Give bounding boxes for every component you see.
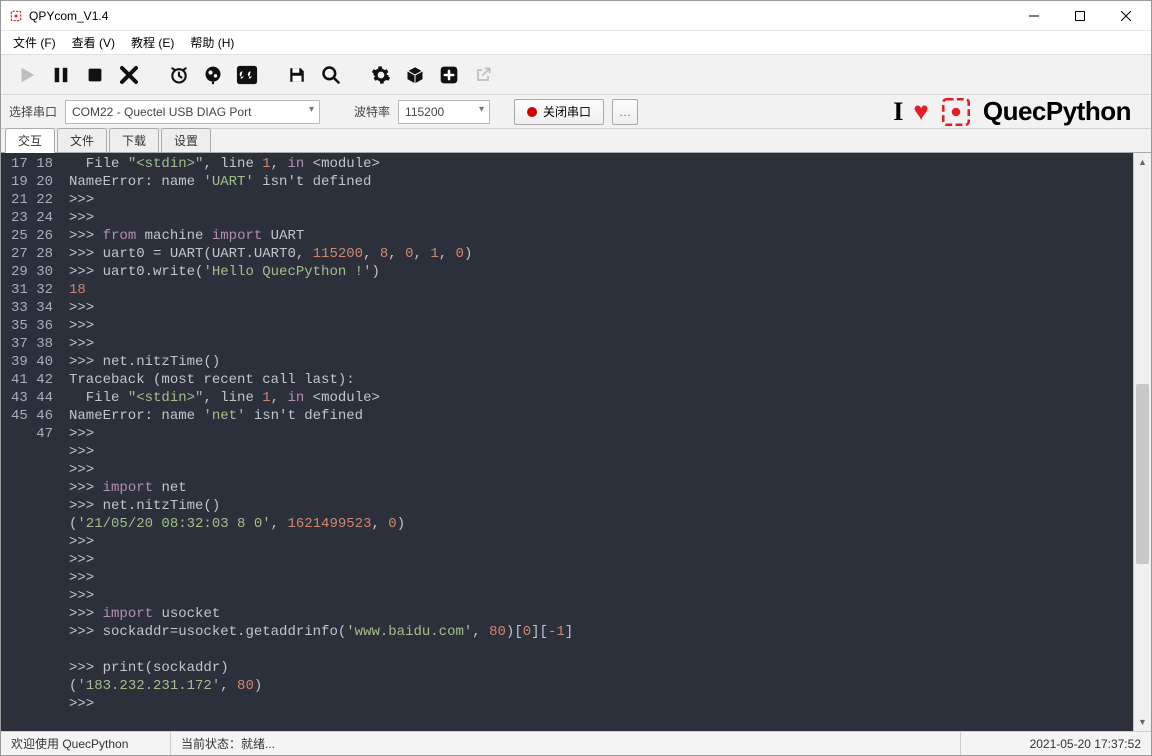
gear-icon[interactable] xyxy=(365,59,397,91)
globe-icon[interactable] xyxy=(197,59,229,91)
cube-icon[interactable] xyxy=(399,59,431,91)
port-label: 选择串口 xyxy=(9,103,57,120)
port-select[interactable]: COM22 - Quectel USB DIAG Port xyxy=(65,100,320,124)
maximize-button[interactable] xyxy=(1057,1,1103,31)
scroll-down-icon[interactable]: ▼ xyxy=(1134,713,1151,731)
brand-name: QuecPython xyxy=(983,96,1131,127)
app-icon xyxy=(9,9,23,23)
brand-logo-icon xyxy=(939,95,973,129)
status-state: 当前状态：就绪... xyxy=(171,732,961,755)
close-port-label: 关闭串口 xyxy=(543,103,591,120)
close-port-button[interactable]: 关闭串口 xyxy=(514,99,604,125)
cancel-icon[interactable] xyxy=(113,59,145,91)
alarm-icon[interactable] xyxy=(163,59,195,91)
search-icon[interactable] xyxy=(315,59,347,91)
menu-tutorial[interactable]: 教程 (E) xyxy=(123,32,182,53)
heart-icon: ♥ xyxy=(913,96,928,127)
close-button[interactable] xyxy=(1103,1,1149,31)
tab-download[interactable]: 下载 xyxy=(109,128,159,153)
save-icon[interactable] xyxy=(281,59,313,91)
tab-row: 交互 文件 下载 设置 xyxy=(1,129,1151,153)
status-datetime: 2021-05-20 17:37:52 xyxy=(961,732,1151,755)
editor: 17 18 19 20 21 22 23 24 25 26 27 28 29 3… xyxy=(1,153,1151,731)
menu-help[interactable]: 帮助 (H) xyxy=(182,32,242,53)
play-icon[interactable] xyxy=(11,59,43,91)
external-link-icon[interactable] xyxy=(467,59,499,91)
stop-icon[interactable] xyxy=(79,59,111,91)
status-welcome: 欢迎使用 QuecPython xyxy=(1,732,171,755)
brand-i: I xyxy=(893,97,903,127)
add-icon[interactable] xyxy=(433,59,465,91)
record-dot-icon xyxy=(527,107,537,117)
menu-bar: 文件 (F) 查看 (V) 教程 (E) 帮助 (H) xyxy=(1,31,1151,55)
status-bar: 欢迎使用 QuecPython 当前状态：就绪... 2021-05-20 17… xyxy=(1,731,1151,755)
toolbar xyxy=(1,55,1151,95)
tab-file[interactable]: 文件 xyxy=(57,128,107,153)
minimize-button[interactable] xyxy=(1011,1,1057,31)
baud-label: 波特率 xyxy=(354,103,390,120)
quote-icon[interactable] xyxy=(231,59,263,91)
scroll-up-icon[interactable]: ▲ xyxy=(1134,153,1151,171)
menu-view[interactable]: 查看 (V) xyxy=(64,32,123,53)
scroll-thumb[interactable] xyxy=(1136,384,1149,564)
title-bar: QPYcom_V1.4 xyxy=(1,1,1151,31)
vertical-scrollbar[interactable]: ▲ ▼ xyxy=(1133,153,1151,731)
brand: I ♥ QuecPython xyxy=(893,95,1143,129)
connection-row: 选择串口 COM22 - Quectel USB DIAG Port 波特率 1… xyxy=(1,95,1151,129)
code-area[interactable]: File "<stdin>", line 1, in <module>NameE… xyxy=(63,153,1133,731)
baud-select[interactable]: 115200 xyxy=(398,100,490,124)
tab-settings[interactable]: 设置 xyxy=(161,128,211,153)
pause-icon[interactable] xyxy=(45,59,77,91)
menu-file[interactable]: 文件 (F) xyxy=(5,32,64,53)
more-button[interactable]: … xyxy=(612,99,638,125)
tab-interact[interactable]: 交互 xyxy=(5,128,55,153)
window-title: QPYcom_V1.4 xyxy=(29,9,108,23)
line-gutter: 17 18 19 20 21 22 23 24 25 26 27 28 29 3… xyxy=(1,153,63,731)
